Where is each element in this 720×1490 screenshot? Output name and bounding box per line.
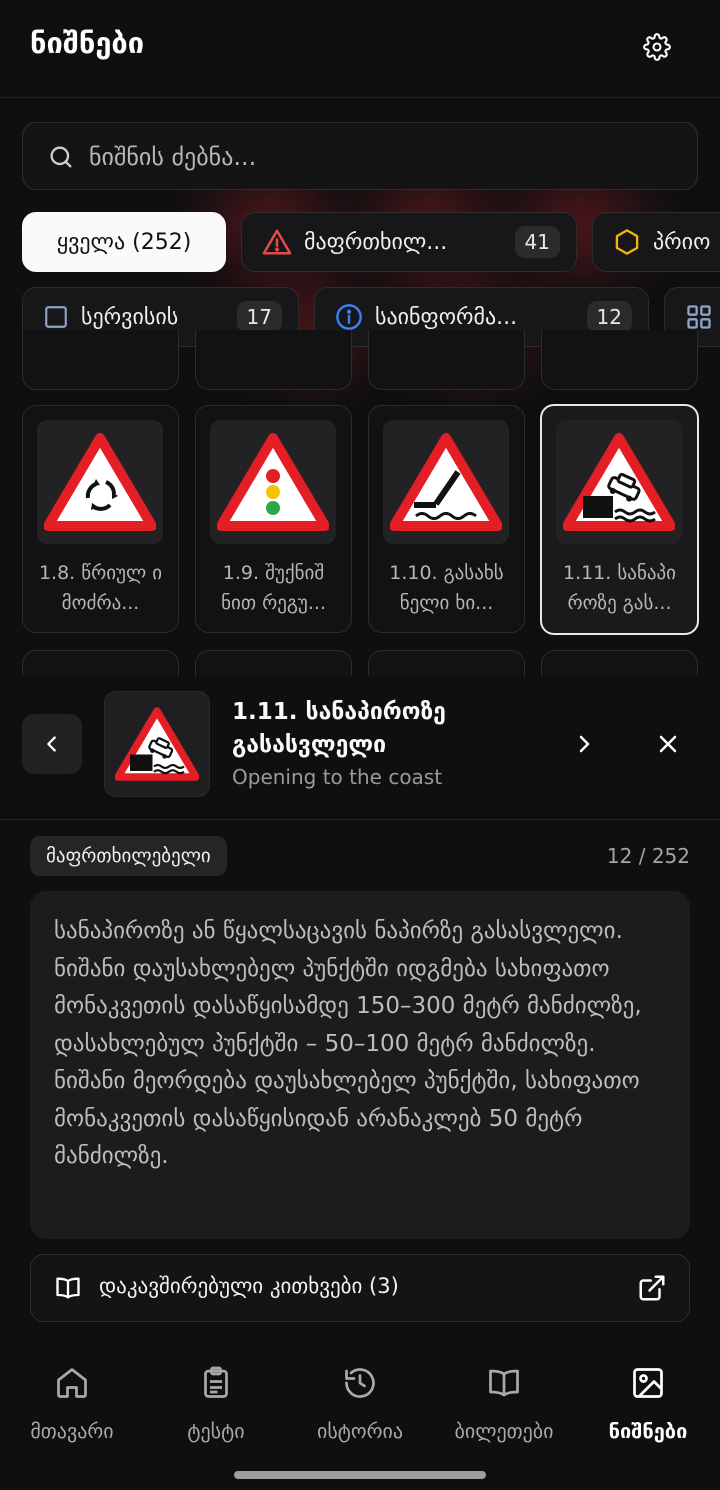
sign-card-selected[interactable]: 1.11. სანაპი როზე გას... (540, 404, 699, 635)
top-bar: ნიშნები (0, 0, 720, 98)
filter-chip-count: 41 (514, 226, 560, 258)
nav-label: ნიშნები (608, 1419, 688, 1443)
filter-chip-label: საინფორმა... (375, 304, 518, 330)
description-box[interactable]: სანაპიროზე ან წყალსაცავის ნაპირზე გასასვ… (30, 891, 690, 1239)
filter-area-backdrop (0, 350, 720, 368)
filter-chip-label: მაფრთხილ... (304, 229, 448, 255)
filter-chip-label: პრიო (653, 229, 711, 255)
sign-card[interactable]: 1.9. შუქნიშ ნით რეგუ... (195, 405, 352, 633)
filter-chip-all[interactable]: ყველა (252) (22, 212, 226, 272)
info-icon (336, 304, 362, 330)
nav-label: ბილეთები (454, 1419, 554, 1443)
previous-sign-button[interactable] (22, 714, 82, 774)
description-text: სანაპიროზე ან წყალსაცავის ნაპირზე გასასვ… (54, 918, 642, 1169)
bottom-navigation: მთავარი ტესტი ისტორია ბილეთები ნიშნები (0, 1345, 720, 1490)
sign-card[interactable]: 1.8. წრიულ ი მოძრა... (22, 405, 179, 633)
settings-button[interactable] (638, 28, 676, 66)
sign-label: 1.9. შუქნიშ ნით რეგუ... (221, 562, 326, 614)
hexagon-icon (615, 229, 639, 255)
sign-label: 1.11. სანაპი როზე გას... (562, 562, 677, 614)
search-box[interactable] (22, 122, 698, 190)
nav-home[interactable]: მთავარი (0, 1363, 144, 1443)
grid-icon (687, 305, 711, 329)
filter-chip-warning[interactable]: მაფრთხილ... 41 (241, 212, 577, 272)
category-badge: მაფრთხილებელი (30, 836, 227, 876)
drawbridge-sign-icon (390, 433, 502, 531)
history-icon (345, 1368, 375, 1398)
filter-chip-priority[interactable]: პრიო (592, 212, 720, 272)
nav-signs[interactable]: ნიშნები (576, 1363, 720, 1443)
close-icon (659, 735, 677, 753)
divider (0, 819, 720, 820)
chevron-left-icon (47, 736, 56, 752)
home-indicator[interactable] (234, 1471, 486, 1479)
close-detail-button[interactable] (646, 722, 690, 766)
sign-label: 1.8. წრიულ ი მოძრა... (38, 562, 163, 614)
filter-chip-count: 12 (586, 301, 632, 333)
nav-tickets[interactable]: ბილეთები (432, 1363, 576, 1443)
nav-test[interactable]: ტესტი (144, 1363, 288, 1443)
clipboard-icon (204, 1366, 228, 1398)
filter-chip-count: 17 (236, 301, 282, 333)
coast-exit-sign-icon (563, 433, 675, 531)
related-questions-label: დაკავშირებული კითხვები (3) (99, 1274, 399, 1298)
filter-chip-label: ყველა (252) (56, 229, 192, 255)
nav-label: ისტორია (316, 1419, 404, 1443)
next-sign-button[interactable] (562, 722, 606, 766)
filter-chip-label: სერვისის (81, 304, 179, 330)
search-input[interactable] (89, 137, 679, 177)
sign-label: 1.10. გასახს ნელი ხი... (389, 562, 504, 614)
gear-icon (643, 33, 671, 61)
detail-subtitle: Opening to the coast (232, 765, 443, 789)
traffic-light-sign-icon (217, 433, 329, 531)
sign-counter: 12 / 252 (606, 844, 690, 868)
roundabout-sign-icon (44, 433, 156, 531)
chevron-right-icon (579, 735, 590, 753)
warning-triangle-icon (262, 229, 292, 255)
nav-label: მთავარი (30, 1419, 114, 1443)
coast-exit-sign-icon (115, 707, 199, 781)
book-icon (56, 1277, 80, 1299)
sign-card[interactable]: 1.10. გასახს ნელი ხი... (368, 405, 525, 633)
image-icon (633, 1368, 663, 1398)
related-questions-button[interactable]: დაკავშირებული კითხვები (3) (30, 1254, 690, 1322)
external-link-icon (639, 1275, 665, 1301)
search-icon (50, 146, 72, 168)
nav-history[interactable]: ისტორია (288, 1363, 432, 1443)
home-icon (57, 1368, 87, 1398)
book-icon (489, 1369, 519, 1397)
square-icon (45, 306, 67, 328)
page-title: ნიშნები (30, 26, 145, 60)
detail-title: 1.11. სანაპიროზე გასასვლელი (232, 699, 446, 758)
nav-label: ტესტი (187, 1419, 245, 1443)
detail-sign-image (104, 691, 210, 797)
